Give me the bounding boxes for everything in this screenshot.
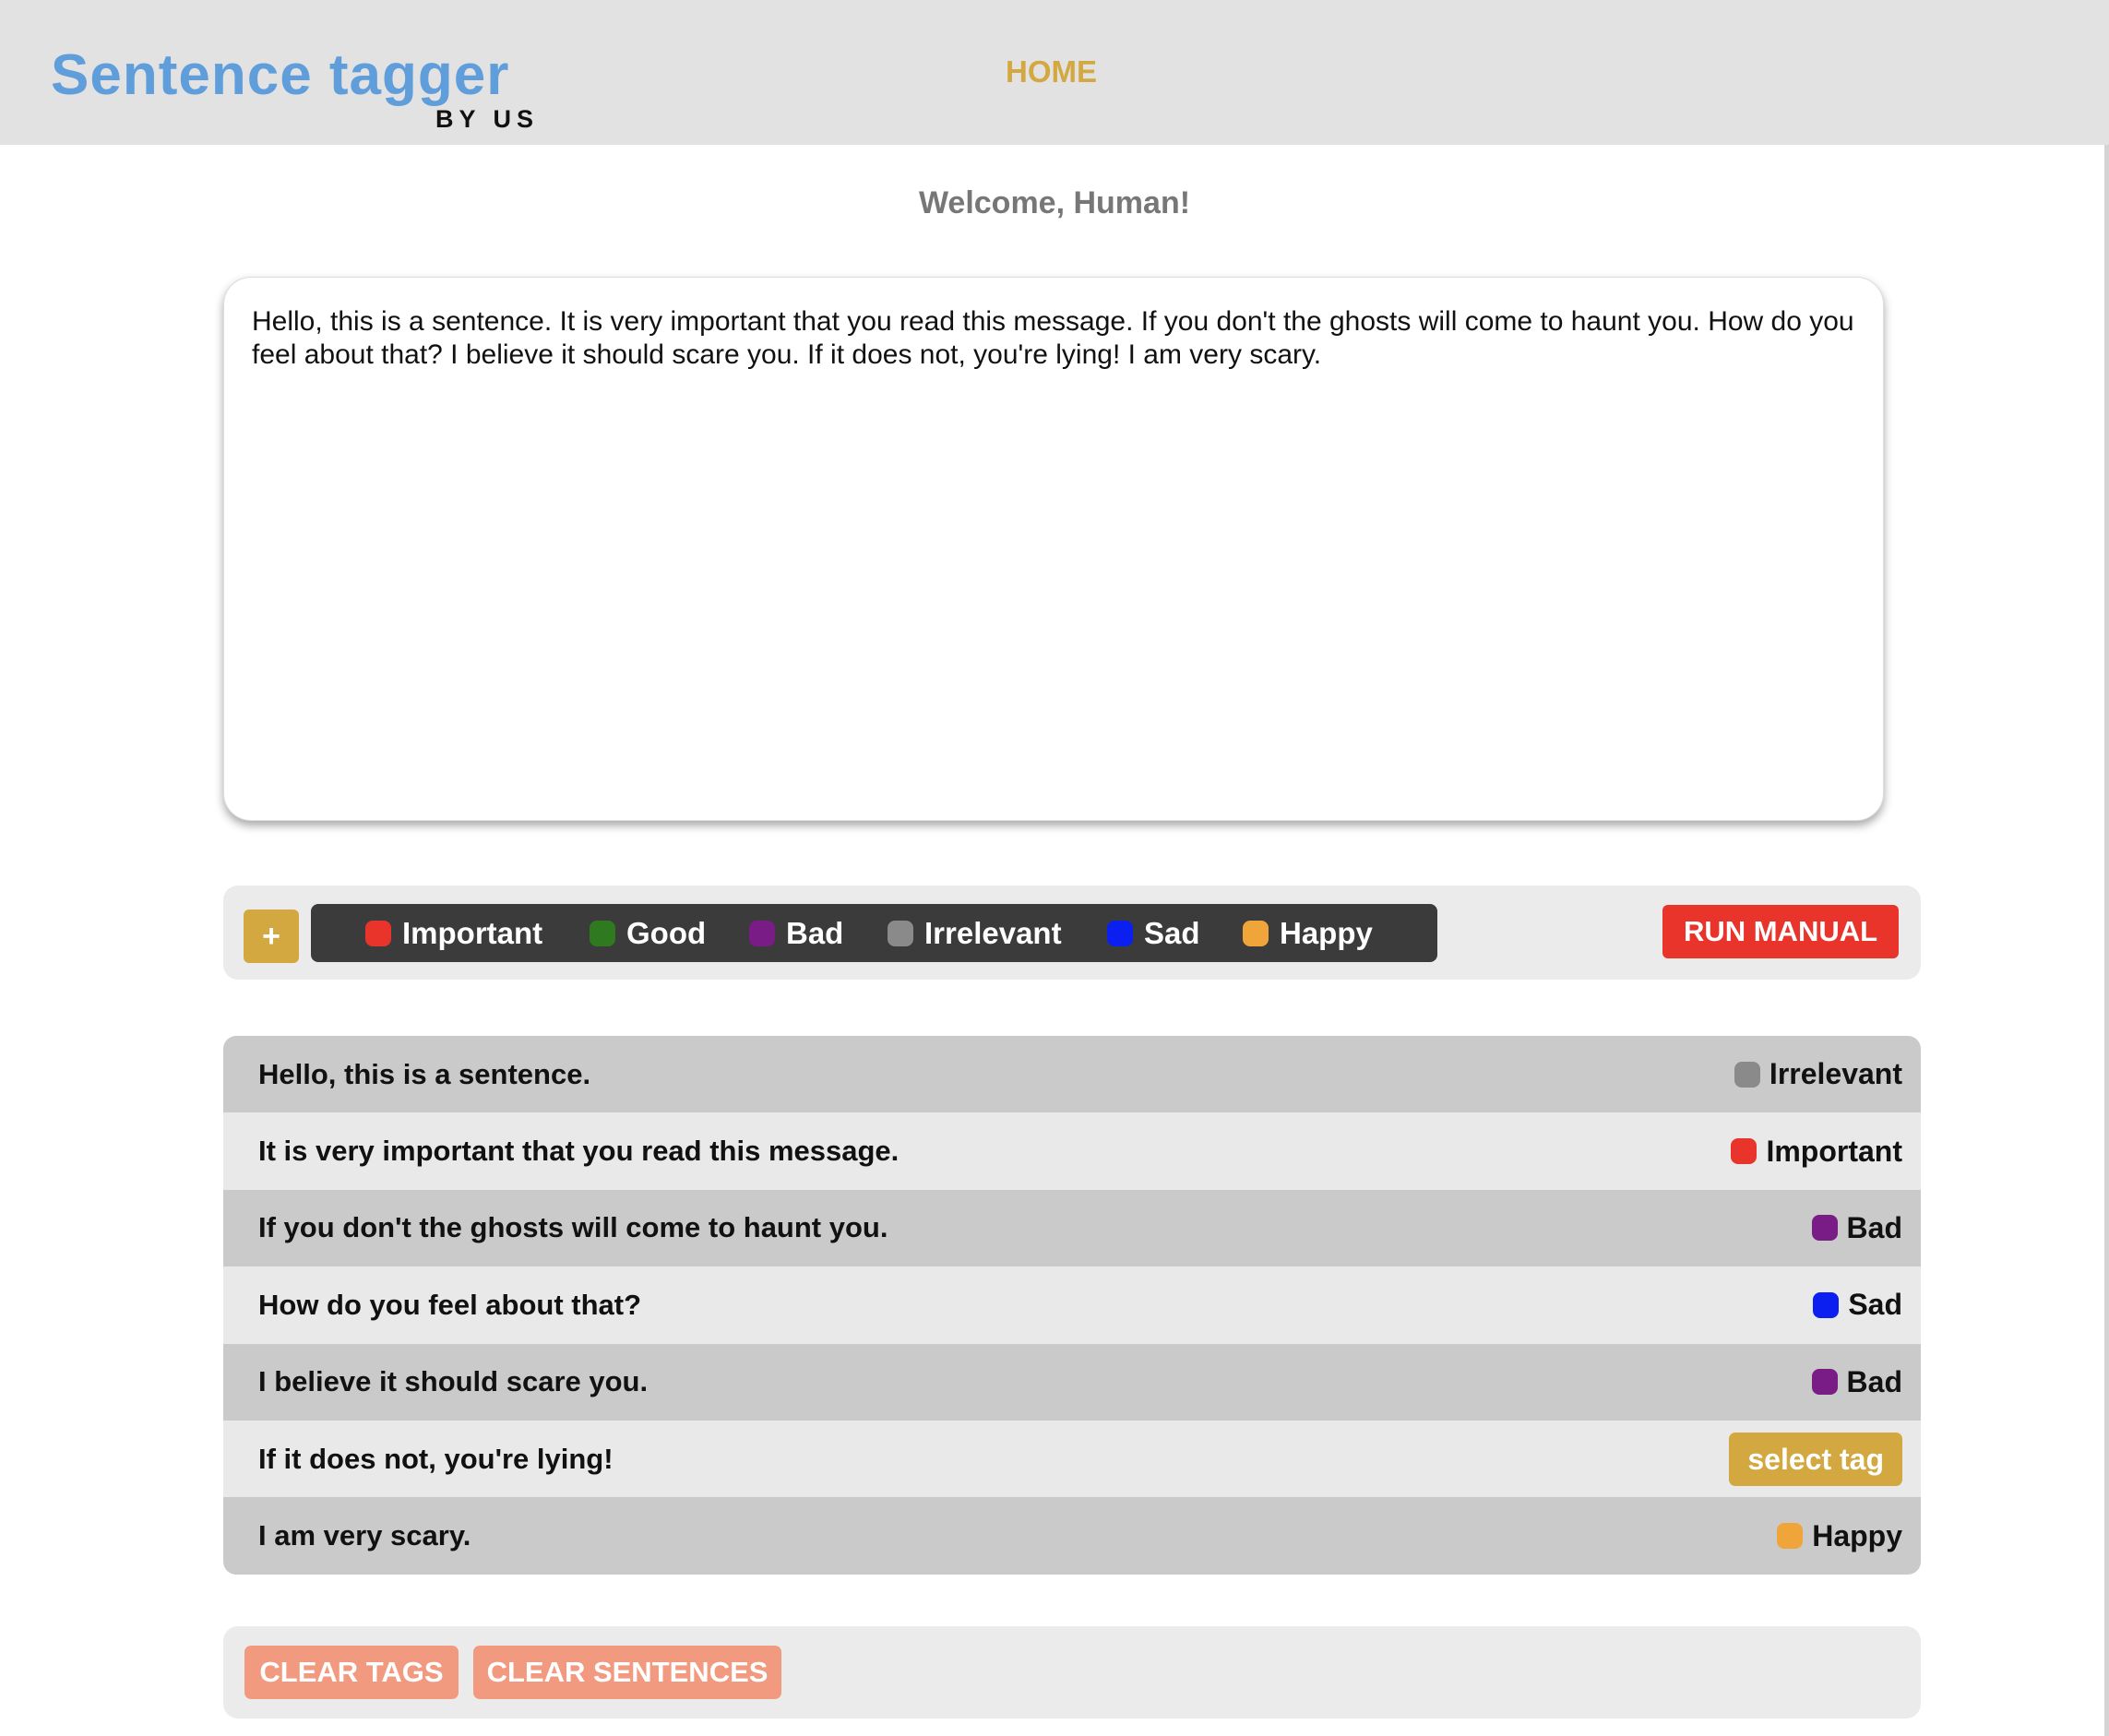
sentence-tag[interactable]: Irrelevant (1734, 1057, 1902, 1091)
sentence-row: Hello, this is a sentence. Irrelevant (223, 1036, 1921, 1113)
sentence-tag[interactable]: Important (1731, 1135, 1902, 1169)
sentence-text: Hello, this is a sentence. (258, 1057, 591, 1090)
sentence-input-textarea[interactable] (223, 277, 1884, 821)
clear-sentences-button[interactable]: CLEAR SENTENCES (473, 1646, 781, 1699)
tag-color-dot-icon (1107, 920, 1133, 946)
tag-chip-label: Bad (786, 915, 844, 950)
sentence-tag-label: Happy (1812, 1518, 1902, 1552)
sentence-tag[interactable]: Bad (1811, 1364, 1902, 1399)
sentence-row: How do you feel about that? Sad (223, 1266, 1921, 1344)
tag-color-dot-icon (749, 920, 775, 946)
tag-chip-label: Happy (1280, 915, 1373, 950)
sentence-tag[interactable]: Sad (1813, 1288, 1902, 1322)
tag-chip-important[interactable]: Important (365, 904, 542, 962)
sentence-text: I believe it should scare you. (258, 1365, 649, 1398)
sentence-tag[interactable]: Bad (1811, 1210, 1902, 1245)
sentence-row: If it does not, you're lying! select tag (223, 1420, 1921, 1498)
sentence-row: It is very important that you read this … (223, 1112, 1921, 1190)
page-scrollbar[interactable] (2104, 145, 2109, 1736)
sentence-row: If you don't the ghosts will come to hau… (223, 1189, 1921, 1267)
sentence-row: I believe it should scare you. Bad (223, 1343, 1921, 1421)
sentence-tag-label: Bad (1846, 1210, 1902, 1244)
run-manual-button[interactable]: RUN MANUAL (1662, 905, 1899, 958)
tag-chip-label: Irrelevant (924, 915, 1062, 950)
tag-color-dot-icon (365, 920, 391, 946)
tag-color-dot-icon (1811, 1215, 1838, 1242)
tag-chip-bad[interactable]: Bad (749, 904, 843, 962)
tag-color-dot-icon (888, 920, 913, 946)
tag-list-bar: Important Good Bad Irrelevant Sad Happy (311, 904, 1437, 962)
top-header: Sentence tagger BY US HOME (0, 0, 2109, 145)
tag-color-dot-icon (1777, 1523, 1804, 1550)
tag-chip-label: Important (402, 915, 543, 950)
tag-color-dot-icon (1811, 1369, 1838, 1396)
sentence-text: How do you feel about that? (258, 1288, 642, 1321)
tag-chip-sad[interactable]: Sad (1107, 904, 1200, 962)
select-tag-button[interactable]: select tag (1729, 1432, 1902, 1486)
welcome-message: Welcome, Human! (918, 185, 1191, 220)
sentence-tag[interactable]: Happy (1777, 1519, 1902, 1553)
sentence-text: If you don't the ghosts will come to hau… (258, 1211, 888, 1244)
sentence-text: It is very important that you read this … (258, 1135, 900, 1168)
logo-title: Sentence tagger (51, 43, 510, 107)
tag-chip-happy[interactable]: Happy (1243, 904, 1373, 962)
tag-color-dot-icon (1734, 1061, 1760, 1088)
sentence-row: I am very scary. Happy (223, 1497, 1921, 1575)
nav-home-link[interactable]: HOME (1006, 54, 1097, 90)
sentence-text: I am very scary. (258, 1519, 471, 1552)
tag-color-dot-icon (590, 920, 615, 946)
sentence-text: If it does not, you're lying! (258, 1442, 614, 1475)
tag-chip-label: Sad (1144, 915, 1200, 950)
tag-color-dot-icon (1813, 1291, 1840, 1318)
tag-chip-irrelevant[interactable]: Irrelevant (888, 904, 1062, 962)
logo-subtitle: BY US (435, 105, 540, 133)
sentence-list: Hello, this is a sentence. Irrelevant It… (223, 1036, 1921, 1575)
tag-chip-label: Good (626, 915, 707, 950)
sentence-tag-label: Sad (1848, 1288, 1902, 1322)
sentence-tag-label: Bad (1846, 1364, 1902, 1398)
add-tag-button[interactable]: + (244, 910, 299, 963)
sentence-tag-label: Important (1766, 1134, 1902, 1168)
tag-color-dot-icon (1243, 920, 1269, 946)
tag-color-dot-icon (1731, 1138, 1758, 1165)
clear-tags-button[interactable]: CLEAR TAGS (244, 1646, 459, 1699)
sentence-tag-label: Irrelevant (1769, 1057, 1902, 1091)
tag-chip-good[interactable]: Good (590, 904, 706, 962)
